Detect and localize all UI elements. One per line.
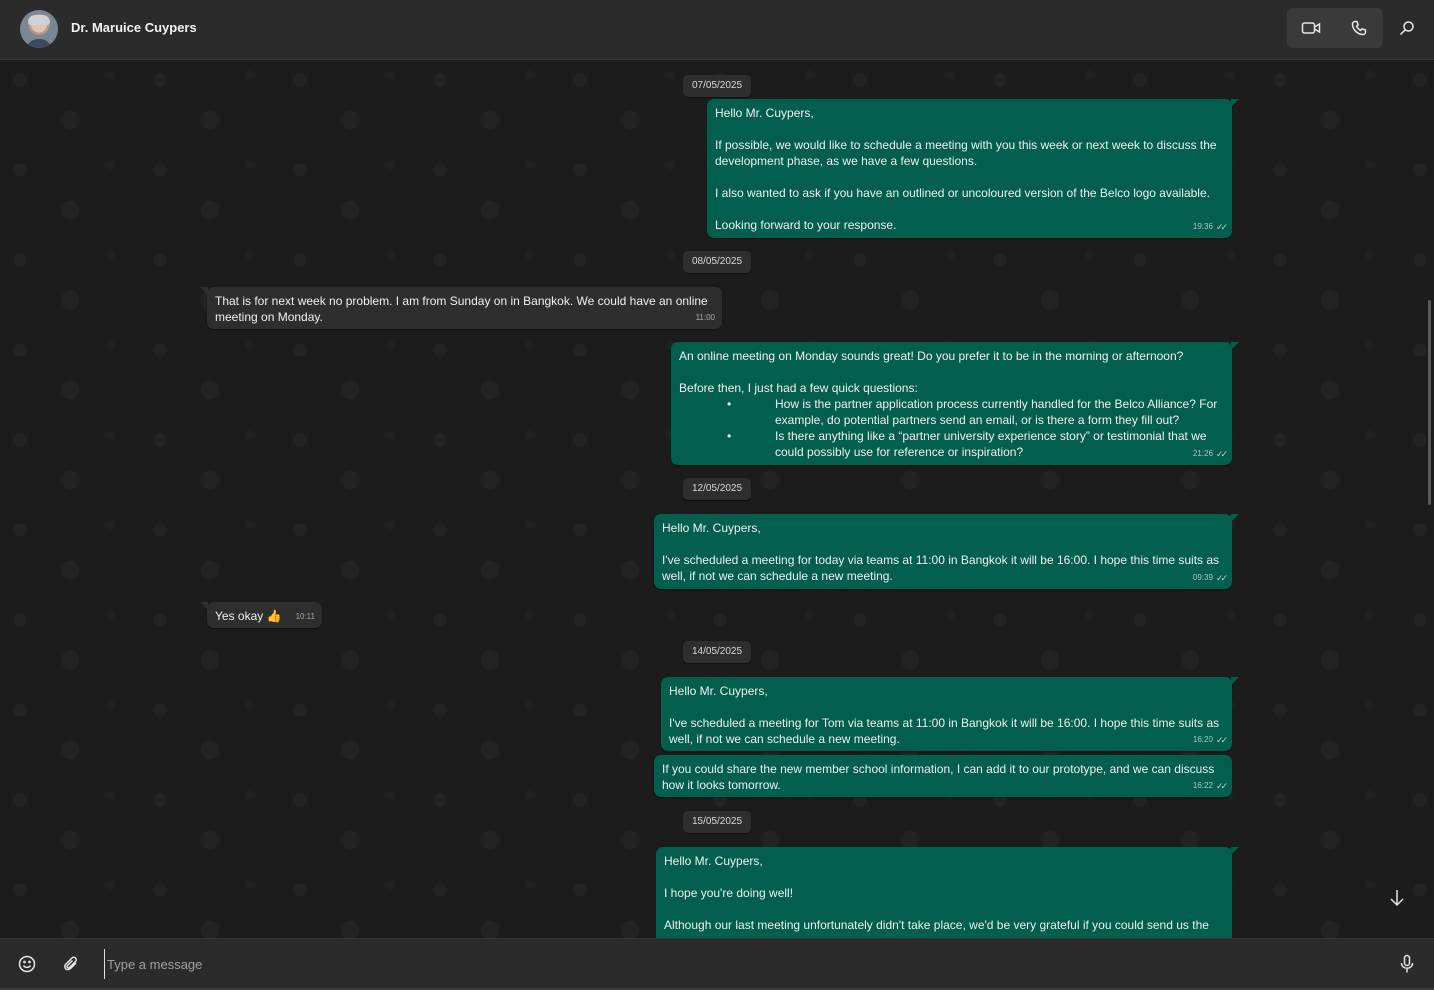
incoming-message[interactable]: Yes okay 👍 10:11 (200, 602, 322, 628)
read-receipt-icon: ✓✓ (1215, 222, 1228, 232)
call-button-group (1287, 8, 1383, 48)
outgoing-message[interactable]: Hello Mr. Cuypers, I've scheduled a meet… (654, 514, 1239, 589)
message-text: Hello Mr. Cuypers, If possible, we would… (715, 106, 1217, 232)
outgoing-message[interactable]: Hello Mr. Cuypers, I hope you're doing w… (656, 847, 1239, 938)
message-time: 21:26 (1192, 449, 1213, 458)
read-receipt-icon: ✓✓ (1215, 781, 1228, 791)
message-list[interactable]: 07/05/2025 Hello Mr. Cuypers, If possibl… (0, 60, 1434, 938)
outgoing-message[interactable]: If you could share the new member school… (654, 755, 1232, 797)
message-text: That is for next week no problem. I am f… (215, 294, 712, 324)
message-time: 16:22 (1192, 781, 1213, 790)
date-separator: 14/05/2025 (683, 641, 752, 663)
bullet-text: Is there anything like a “partner univer… (775, 429, 1210, 459)
message-time: 16:20 (1192, 735, 1213, 744)
search-icon (1399, 21, 1414, 36)
date-separator: 07/05/2025 (683, 75, 752, 97)
message-time: 09:39 (1192, 573, 1213, 582)
scrollbar-thumb[interactable] (1428, 300, 1431, 505)
message-input[interactable] (104, 949, 1369, 979)
message-time: 11:00 (695, 313, 715, 322)
date-separator: 12/05/2025 (683, 478, 752, 500)
message-composer (0, 938, 1434, 988)
scroll-to-bottom-button[interactable] (1383, 878, 1411, 918)
video-call-button[interactable] (1287, 8, 1335, 48)
message-text: If you could share the new member school… (662, 762, 1218, 792)
outgoing-message[interactable]: Hello Mr. Cuypers, If possible, we would… (707, 99, 1239, 238)
message-text: Yes okay 👍 (215, 609, 282, 623)
bullet-item: • How is the partner application process … (727, 397, 1221, 427)
arrow-down-icon (1390, 890, 1404, 907)
message-text: Hello Mr. Cuypers, I've scheduled a meet… (662, 521, 1220, 583)
message-time: 10:11 (295, 612, 315, 621)
search-button[interactable] (1393, 14, 1421, 42)
contact-name[interactable]: Dr. Maruice Cuypers (71, 20, 197, 35)
message-text: Hello Mr. Cuypers, I hope you're doing w… (664, 854, 1209, 932)
message-text: Hello Mr. Cuypers, I've scheduled a meet… (669, 684, 1220, 746)
incoming-message[interactable]: That is for next week no problem. I am f… (200, 287, 722, 329)
paperclip-icon (64, 956, 77, 971)
chat-header: Dr. Maruice Cuypers (0, 0, 1434, 60)
emoji-icon (18, 955, 36, 973)
microphone-icon (1400, 954, 1414, 973)
outgoing-message[interactable]: Hello Mr. Cuypers, I've scheduled a meet… (661, 677, 1239, 751)
attach-button[interactable] (58, 951, 84, 977)
message-time: 19:36 (1192, 222, 1213, 231)
emoji-button[interactable] (14, 951, 40, 977)
voice-call-button[interactable] (1335, 8, 1383, 48)
date-separator: 15/05/2025 (683, 811, 752, 833)
message-text: An online meeting on Monday sounds great… (679, 349, 1184, 395)
phone-icon (1351, 20, 1367, 36)
contact-avatar[interactable] (20, 10, 58, 48)
voice-message-button[interactable] (1394, 951, 1420, 977)
read-receipt-icon: ✓✓ (1215, 449, 1228, 459)
date-separator: 08/05/2025 (683, 251, 752, 273)
video-camera-icon (1301, 22, 1321, 34)
read-receipt-icon: ✓✓ (1215, 735, 1228, 745)
bullet-text: How is the partner application process c… (775, 397, 1221, 427)
bullet-item: • Is there anything like a “partner unive… (727, 429, 1210, 459)
outgoing-message[interactable]: An online meeting on Monday sounds great… (671, 342, 1239, 465)
read-receipt-icon: ✓✓ (1215, 573, 1228, 583)
